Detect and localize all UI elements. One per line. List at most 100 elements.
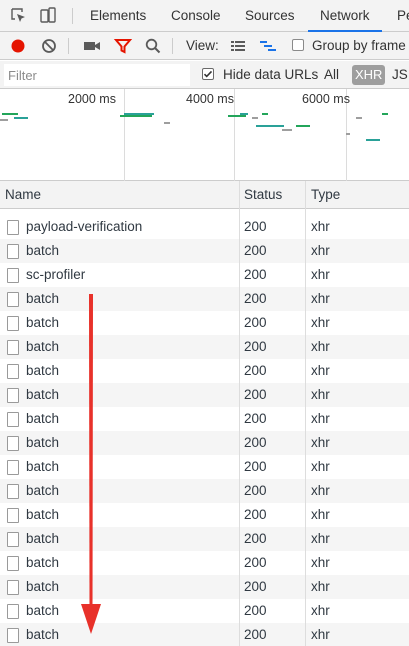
column-header-status[interactable]: Status <box>239 181 282 209</box>
capture-screenshots-icon[interactable] <box>82 36 102 56</box>
file-icon <box>7 412 19 427</box>
column-header-name[interactable]: Name <box>0 181 41 209</box>
tab-elements[interactable]: Elements <box>90 0 146 32</box>
request-name: sc-profiler <box>26 267 86 282</box>
file-icon <box>7 484 19 499</box>
table-row[interactable]: batch 200 xhr <box>0 383 409 407</box>
toolbar-separator <box>68 38 69 54</box>
request-type: xhr <box>311 267 330 282</box>
overview-request-bar <box>120 115 152 117</box>
table-row[interactable]: batch 200 xhr <box>0 479 409 503</box>
waterfall-icon[interactable] <box>258 36 278 56</box>
network-overview[interactable]: 2000 ms 4000 ms 6000 ms <box>0 89 409 181</box>
table-row[interactable]: batch 200 xhr <box>0 359 409 383</box>
tab-console[interactable]: Console <box>171 0 221 32</box>
overview-gridline <box>234 89 235 181</box>
table-row[interactable]: batch 200 xhr <box>0 311 409 335</box>
table-row[interactable]: batch 200 xhr <box>0 335 409 359</box>
request-type: xhr <box>311 555 330 570</box>
table-row[interactable]: batch 200 xhr <box>0 407 409 431</box>
column-divider[interactable] <box>305 181 306 646</box>
overview-request-bar <box>164 122 170 124</box>
view-label: View: <box>186 38 219 53</box>
request-status: 200 <box>244 435 267 450</box>
request-type: xhr <box>311 579 330 594</box>
file-icon <box>7 220 19 235</box>
request-name: batch <box>26 291 60 306</box>
request-type: xhr <box>311 387 330 402</box>
hide-data-urls-checkbox[interactable] <box>202 68 214 80</box>
request-status: 200 <box>244 219 267 234</box>
request-name: payload-verification <box>26 219 143 234</box>
request-status: 200 <box>244 243 267 258</box>
tab-performance[interactable]: Pe <box>397 0 409 32</box>
filter-icon[interactable] <box>113 36 133 56</box>
overview-request-bar <box>256 125 284 127</box>
table-row[interactable]: sc-profiler 200 xhr <box>0 263 409 287</box>
request-type: xhr <box>311 243 330 258</box>
request-name: batch <box>26 387 60 402</box>
overview-request-bar <box>2 113 18 115</box>
tab-separator <box>72 8 73 24</box>
type-filter-all[interactable]: All <box>324 61 339 89</box>
request-type: xhr <box>311 363 330 378</box>
table-row[interactable]: batch 200 xhr <box>0 575 409 599</box>
request-name: batch <box>26 507 60 522</box>
tab-sources[interactable]: Sources <box>245 0 295 32</box>
request-name: batch <box>26 435 60 450</box>
table-row[interactable]: batch 200 xhr <box>0 287 409 311</box>
request-type: xhr <box>311 315 330 330</box>
request-name: batch <box>26 555 60 570</box>
table-row[interactable]: batch 200 xhr <box>0 551 409 575</box>
request-status: 200 <box>244 627 267 642</box>
overview-request-bar <box>262 113 268 115</box>
request-name: batch <box>26 363 60 378</box>
large-rows-icon[interactable] <box>228 36 248 56</box>
overview-request-bar <box>346 133 350 135</box>
overview-request-bar <box>0 119 8 121</box>
table-row[interactable]: payload-verification 200 xhr <box>0 215 409 239</box>
file-icon <box>7 460 19 475</box>
table-row[interactable]: batch 200 xhr <box>0 527 409 551</box>
request-status: 200 <box>244 339 267 354</box>
hide-data-urls-label: Hide data URLs <box>223 67 319 82</box>
table-row[interactable]: batch 200 xhr <box>0 623 409 646</box>
type-filter-js[interactable]: JS <box>392 61 408 89</box>
inspect-element-icon[interactable] <box>9 6 29 26</box>
request-name: batch <box>26 603 60 618</box>
request-type: xhr <box>311 507 330 522</box>
table-row[interactable]: batch 200 xhr <box>0 599 409 623</box>
column-header-type[interactable]: Type <box>306 181 340 209</box>
request-type: xhr <box>311 339 330 354</box>
overview-request-bar <box>228 115 246 117</box>
file-icon <box>7 604 19 619</box>
overview-request-bar <box>296 125 310 127</box>
table-row[interactable]: batch 200 xhr <box>0 239 409 263</box>
overview-request-bar <box>356 117 362 119</box>
file-icon <box>7 268 19 283</box>
request-status: 200 <box>244 411 267 426</box>
filter-input[interactable] <box>4 64 190 86</box>
request-type: xhr <box>311 435 330 450</box>
record-icon[interactable] <box>8 36 28 56</box>
file-icon <box>7 292 19 307</box>
table-row[interactable]: batch 200 xhr <box>0 503 409 527</box>
group-by-frame-checkbox[interactable] <box>292 39 304 51</box>
request-status: 200 <box>244 315 267 330</box>
table-row[interactable]: batch 200 xhr <box>0 455 409 479</box>
device-toolbar-icon[interactable] <box>38 6 58 26</box>
request-type: xhr <box>311 459 330 474</box>
clear-icon[interactable] <box>39 36 59 56</box>
tab-network[interactable]: Network <box>308 0 382 32</box>
request-name: batch <box>26 531 60 546</box>
column-divider[interactable] <box>239 181 240 646</box>
checkmark-icon <box>203 70 213 78</box>
table-row[interactable]: batch 200 xhr <box>0 431 409 455</box>
search-icon[interactable] <box>143 36 163 56</box>
type-filter-xhr[interactable]: XHR <box>352 65 386 85</box>
request-table-body: payload-verification 200 xhr batch 200 xhr sc-… <box>0 209 409 646</box>
request-status: 200 <box>244 603 267 618</box>
file-icon <box>7 316 19 331</box>
request-type: xhr <box>311 483 330 498</box>
devtools-tab-bar: Elements Console Sources Network Pe <box>0 0 409 32</box>
